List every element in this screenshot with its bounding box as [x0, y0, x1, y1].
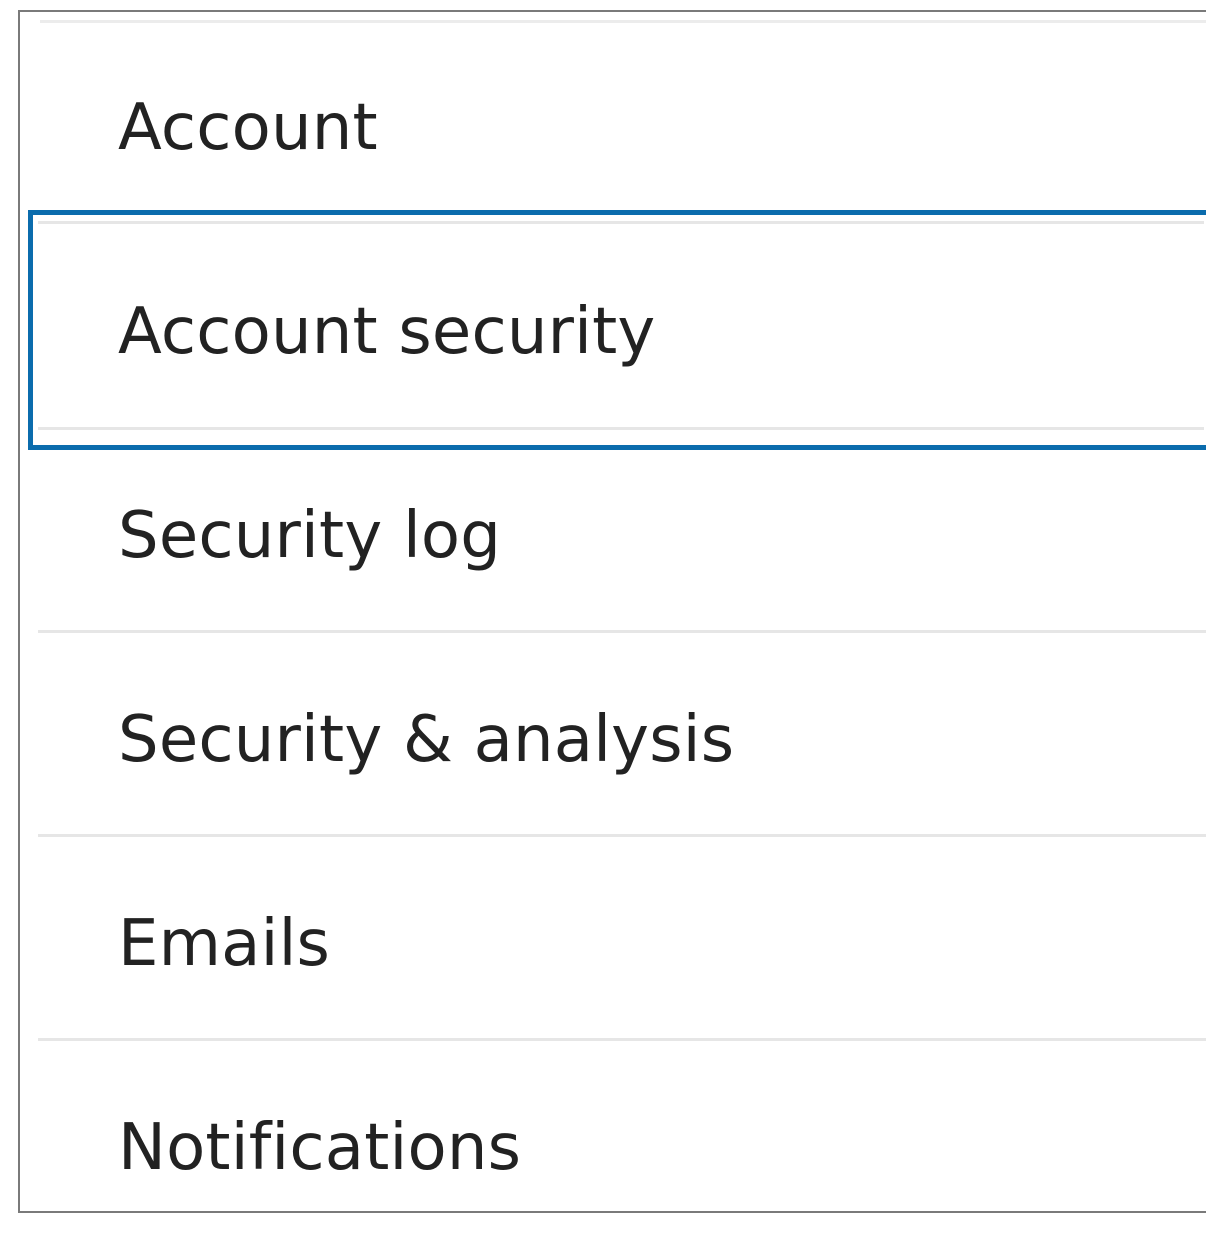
- menu-item-label: Account: [118, 91, 378, 165]
- menu-item-label: Notifications: [118, 1111, 522, 1185]
- menu-item-label: Account security: [118, 295, 656, 369]
- menu-item-account[interactable]: Account: [20, 26, 1206, 230]
- divider: [38, 630, 1206, 633]
- settings-menu: Account Account security Security log Se…: [18, 10, 1206, 1213]
- menu-item-security-log[interactable]: Security log: [20, 434, 1206, 638]
- menu-item-security-and-analysis[interactable]: Security & analysis: [20, 638, 1206, 842]
- menu-item-label: Emails: [118, 907, 331, 981]
- menu-item-emails[interactable]: Emails: [20, 842, 1206, 1046]
- menu-item-label: Security & analysis: [118, 703, 735, 777]
- divider: [38, 834, 1206, 837]
- menu-item-account-security[interactable]: Account security: [20, 230, 1206, 434]
- divider: [38, 1038, 1206, 1041]
- menu-item-label: Security log: [118, 499, 502, 573]
- top-divider: [40, 20, 1206, 23]
- menu-item-notifications[interactable]: Notifications: [20, 1046, 1206, 1250]
